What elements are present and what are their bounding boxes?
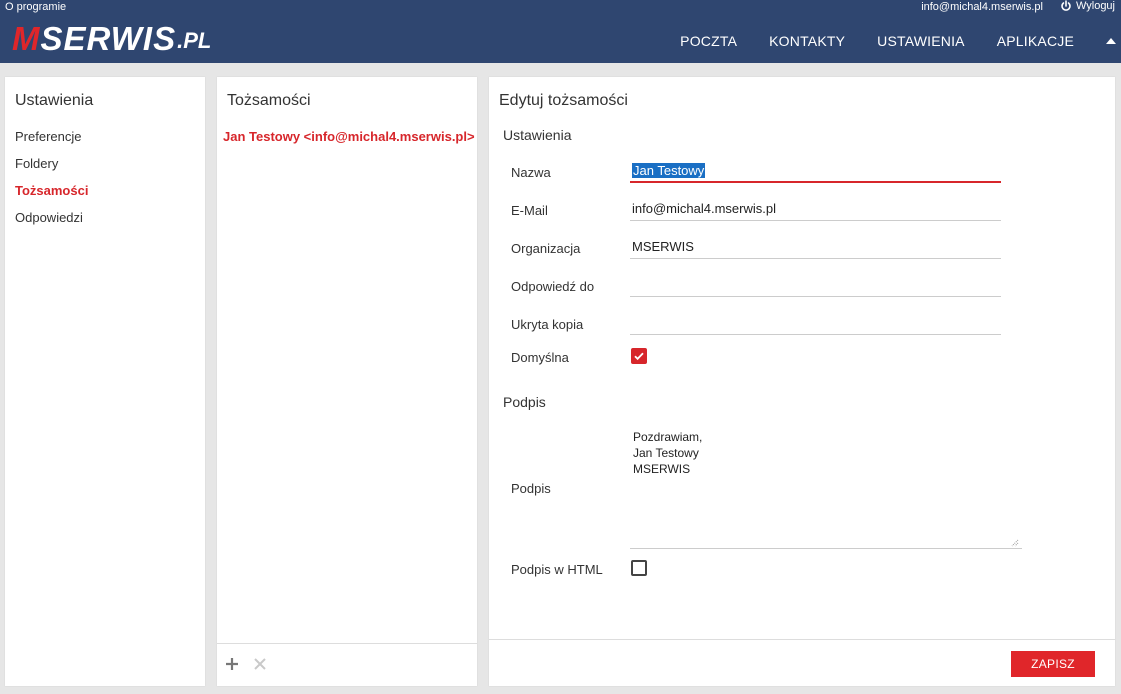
bcc-input[interactable] bbox=[630, 311, 1001, 335]
nav-mail[interactable]: POCZTA bbox=[680, 33, 737, 49]
edit-footer: ZAPISZ bbox=[489, 639, 1115, 686]
nav-apps[interactable]: APLIKACJE bbox=[997, 33, 1074, 49]
collapse-button[interactable] bbox=[1106, 36, 1116, 46]
organization-input[interactable] bbox=[630, 235, 1001, 259]
settings-item-responses[interactable]: Odpowiedzi bbox=[15, 210, 88, 237]
about-link[interactable]: O programie bbox=[5, 1, 66, 13]
reply-to-input[interactable] bbox=[630, 273, 1001, 297]
reply-to-label: Odpowiedź do bbox=[511, 279, 595, 294]
bcc-label: Ukryta kopia bbox=[511, 317, 584, 332]
edit-title: Edytuj tożsamości bbox=[499, 92, 628, 109]
settings-panel: Ustawienia Preferencje Foldery Tożsamośc… bbox=[5, 77, 205, 686]
resize-grip-icon[interactable] bbox=[1010, 538, 1019, 547]
identity-item[interactable]: Jan Testowy <info@michal4.mserwis.pl> bbox=[223, 129, 475, 144]
logo-text: SERWIS bbox=[40, 20, 177, 57]
logout-label: Wyloguj bbox=[1075, 0, 1115, 12]
logout-button[interactable]: Wyloguj bbox=[1060, 0, 1115, 12]
settings-item-folders[interactable]: Foldery bbox=[15, 156, 88, 183]
triangle-up-icon bbox=[1106, 38, 1116, 44]
default-checkbox[interactable] bbox=[631, 348, 647, 364]
identities-panel: Tożsamości Jan Testowy <info@michal4.mse… bbox=[217, 77, 477, 686]
logo[interactable]: M SERWIS .PL bbox=[12, 20, 212, 57]
edit-identity-panel: Edytuj tożsamości Ustawienia Nazwa Jan T… bbox=[489, 77, 1115, 686]
settings-item-preferences[interactable]: Preferencje bbox=[15, 129, 88, 156]
organization-label: Organizacja bbox=[511, 241, 581, 256]
name-value: Jan Testowy bbox=[632, 163, 706, 178]
signature-textarea[interactable]: Pozdrawiam, Jan Testowy MSERWIS bbox=[630, 427, 1022, 549]
html-signature-label: Podpis w HTML bbox=[511, 562, 603, 577]
settings-item-identities[interactable]: Tożsamości bbox=[15, 183, 88, 210]
signature-label: Podpis bbox=[511, 481, 551, 496]
nav-contacts[interactable]: KONTAKTY bbox=[769, 33, 845, 49]
settings-menu: Preferencje Foldery Tożsamości Odpowiedz… bbox=[15, 129, 88, 237]
html-signature-checkbox[interactable] bbox=[631, 560, 647, 576]
name-input[interactable]: Jan Testowy bbox=[630, 159, 1001, 183]
delete-icon[interactable] bbox=[252, 656, 268, 672]
main-nav: POCZTA KONTAKTY USTAWIENIA APLIKACJE bbox=[680, 31, 1121, 51]
settings-title: Ustawienia bbox=[15, 92, 94, 109]
section-signature-title: Podpis bbox=[503, 394, 546, 410]
default-label: Domyślna bbox=[511, 350, 569, 365]
email-input[interactable] bbox=[630, 197, 1001, 221]
logo-suffix: .PL bbox=[177, 28, 212, 53]
name-label: Nazwa bbox=[511, 165, 551, 180]
email-label: E-Mail bbox=[511, 203, 548, 218]
logo-m: M bbox=[12, 20, 41, 57]
power-icon bbox=[1061, 0, 1071, 11]
checkmark-icon bbox=[634, 352, 644, 361]
save-button[interactable]: ZAPISZ bbox=[1011, 651, 1095, 677]
identities-footer bbox=[217, 643, 477, 686]
nav-settings[interactable]: USTAWIENIA bbox=[877, 33, 965, 49]
top-bar: O programie info@michal4.mserwis.pl Wylo… bbox=[0, 0, 1121, 63]
user-email: info@michal4.mserwis.pl bbox=[921, 1, 1043, 13]
add-icon[interactable] bbox=[224, 656, 240, 672]
section-settings-title: Ustawienia bbox=[503, 127, 572, 143]
identities-title: Tożsamości bbox=[227, 92, 311, 109]
